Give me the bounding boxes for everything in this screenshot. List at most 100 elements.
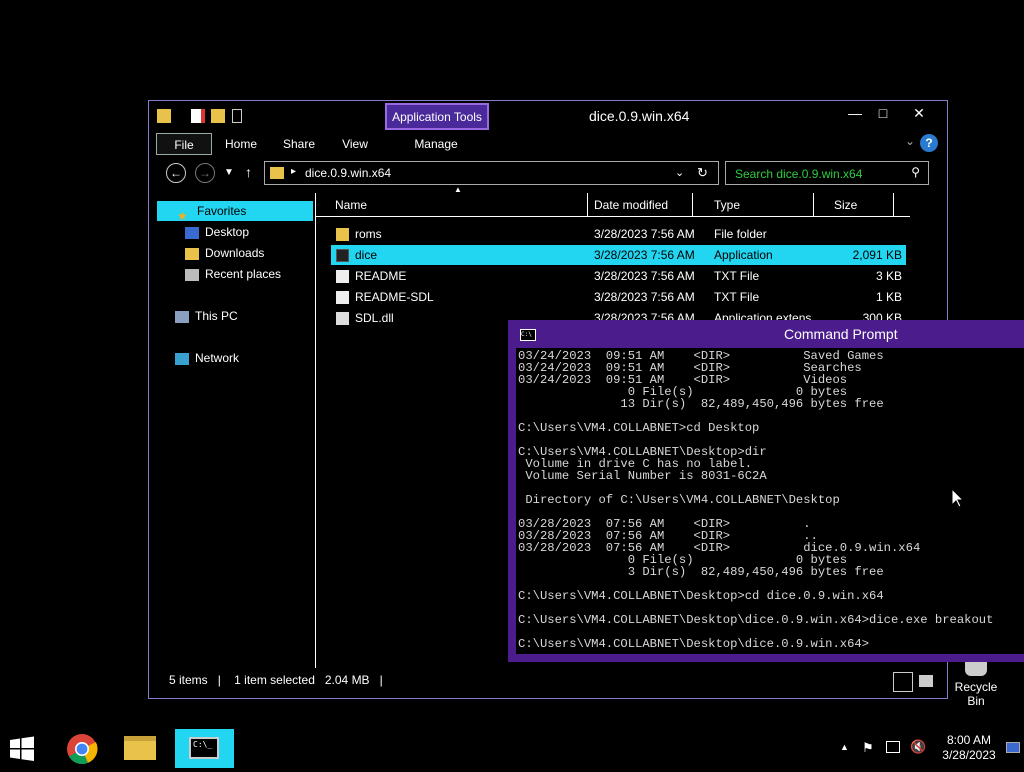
status-divider: | xyxy=(217,673,221,687)
back-button[interactable]: ← xyxy=(166,163,186,183)
address-bar[interactable]: ▸ dice.0.9.win.x64 ⌄ ↻ xyxy=(264,161,719,185)
tab-manage[interactable]: Manage xyxy=(411,133,461,155)
address-dropdown-icon[interactable]: ⌄ xyxy=(675,166,684,179)
clock-date: 3/28/2023 xyxy=(942,748,996,762)
action-center-flag-icon[interactable]: ⚑ xyxy=(862,740,874,756)
file-name: roms xyxy=(355,227,382,241)
nav-label: Network xyxy=(195,351,240,365)
command-prompt-window[interactable]: C:\ Command Prompt 03/24/2023 09:51 AM <… xyxy=(508,320,1024,662)
cmd-icon: C:\ xyxy=(520,329,536,341)
cmd-console[interactable]: 03/24/2023 09:51 AM <DIR> Saved Games 03… xyxy=(516,348,1024,654)
explorer-titlebar[interactable]: Application Tools dice.0.9.win.x64 — □ ✕ xyxy=(149,101,947,131)
folder-icon xyxy=(157,109,171,123)
volume-muted-icon[interactable]: 🔇 xyxy=(910,739,926,755)
column-type[interactable]: Type xyxy=(709,193,814,217)
search-input[interactable]: Search dice.0.9.win.x64 xyxy=(735,167,862,181)
maximize-button[interactable]: □ xyxy=(869,104,897,124)
quick-access-dropdown-icon[interactable] xyxy=(232,109,242,123)
minimize-button[interactable]: — xyxy=(841,104,869,124)
application-tools-tab[interactable]: Application Tools xyxy=(385,103,489,130)
status-bar: 5 items | 1 item selected 2.04 MB | xyxy=(169,673,393,687)
windows-logo-icon xyxy=(10,736,34,761)
application-icon xyxy=(336,249,349,262)
file-name: README xyxy=(355,269,407,283)
nav-item-recent-places[interactable]: Recent places xyxy=(185,264,281,284)
folder-icon xyxy=(270,167,284,179)
new-folder-icon[interactable] xyxy=(211,109,225,123)
chrome-icon xyxy=(67,734,98,765)
taskbar-file-explorer[interactable] xyxy=(118,729,162,768)
close-button[interactable]: ✕ xyxy=(905,104,933,124)
column-name[interactable]: Name xyxy=(330,193,588,217)
file-size: 3 KB xyxy=(875,269,902,283)
desktop-icon xyxy=(185,226,199,239)
properties-icon[interactable] xyxy=(191,109,205,123)
recycle-bin[interactable]: Recycle Bin xyxy=(945,662,1007,708)
taskbar-clock[interactable]: 8:00 AM 3/28/2023 xyxy=(938,733,1000,763)
recent-locations-icon[interactable]: ▼ xyxy=(224,167,234,178)
folder-icon xyxy=(124,736,156,760)
start-button[interactable] xyxy=(8,729,40,768)
star-icon: ★ xyxy=(177,208,188,223)
file-row-roms[interactable]: roms 3/28/2023 7:56 AM File folder xyxy=(331,224,906,244)
file-date: 3/28/2023 7:56 AM xyxy=(594,248,695,262)
file-size: 1 KB xyxy=(875,290,902,304)
file-name: dice xyxy=(355,248,378,262)
navigation-pane: ★ Favorites Desktop Downloads Recent plac… xyxy=(157,201,315,669)
tab-home[interactable]: Home xyxy=(221,133,261,155)
file-row-readme[interactable]: README 3/28/2023 7:56 AM TXT File 3 KB xyxy=(331,266,906,286)
network-tray-icon[interactable] xyxy=(886,741,900,753)
ribbon-tabs: File Home Share View Manage ⌄ ? xyxy=(149,131,947,157)
folder-icon xyxy=(336,228,349,241)
tab-view[interactable]: View xyxy=(337,133,373,155)
tab-share[interactable]: Share xyxy=(279,133,319,155)
forward-button[interactable]: → xyxy=(195,163,215,183)
navigation-bar: ← → ▼ ↑ ▸ dice.0.9.win.x64 ⌄ ↻ Search di… xyxy=(149,159,947,187)
status-divider: | xyxy=(379,673,383,687)
recycle-bin-label: Recycle Bin xyxy=(954,680,998,708)
refresh-icon[interactable]: ↻ xyxy=(697,165,708,181)
file-type: TXT File xyxy=(714,269,760,283)
recent-places-icon xyxy=(185,268,199,281)
help-icon[interactable]: ? xyxy=(920,134,938,152)
cmd-titlebar[interactable]: C:\ Command Prompt xyxy=(508,320,1024,348)
search-box[interactable]: Search dice.0.9.win.x64 ⚲ xyxy=(725,161,929,185)
nav-item-desktop[interactable]: Desktop xyxy=(185,222,249,242)
details-view-icon[interactable] xyxy=(893,672,913,692)
cmd-output: 03/24/2023 09:51 AM <DIR> Saved Games 03… xyxy=(518,349,994,651)
up-arrow-icon[interactable]: ↑ xyxy=(245,164,252,180)
taskbar-command-prompt[interactable]: C:\_ xyxy=(175,729,234,768)
file-row-readme-sdl[interactable]: README-SDL 3/28/2023 7:56 AM TXT File 1 … xyxy=(331,287,906,307)
file-date: 3/28/2023 7:56 AM xyxy=(594,227,695,241)
nav-item-downloads[interactable]: Downloads xyxy=(185,243,264,263)
taskbar: C:\_ ▲ ⚑ 🔇 8:00 AM 3/28/2023 xyxy=(0,729,1024,768)
column-headers: Name Date modified Type Size ▲ xyxy=(316,185,910,217)
nav-item-network[interactable]: Network xyxy=(175,348,239,368)
file-type: Application xyxy=(714,248,773,262)
nav-label: Desktop xyxy=(205,225,250,239)
nav-label: This PC xyxy=(195,309,238,323)
cmd-title: Command Prompt xyxy=(784,326,898,342)
show-desktop-icon[interactable] xyxy=(1006,742,1020,753)
item-count: 5 items xyxy=(169,673,208,687)
cmd-icon: C:\_ xyxy=(189,737,219,759)
tab-file[interactable]: File xyxy=(156,133,212,155)
clock-time: 8:00 AM xyxy=(946,733,992,747)
column-size[interactable]: Size xyxy=(829,193,894,217)
window-title: dice.0.9.win.x64 xyxy=(589,108,690,124)
mouse-cursor-icon xyxy=(952,489,964,508)
file-name: SDL.dll xyxy=(355,311,394,325)
column-date-modified[interactable]: Date modified xyxy=(589,193,693,217)
file-row-dice[interactable]: dice 3/28/2023 7:56 AM Application 2,091… xyxy=(331,245,906,265)
tray-overflow-icon[interactable]: ▲ xyxy=(840,742,849,752)
search-icon[interactable]: ⚲ xyxy=(911,165,920,179)
large-icons-view-icon[interactable] xyxy=(919,675,933,687)
computer-icon xyxy=(175,310,189,323)
nav-item-this-pc[interactable]: This PC xyxy=(175,306,238,326)
address-text[interactable]: dice.0.9.win.x64 xyxy=(305,166,391,180)
nav-item-favorites[interactable]: ★ Favorites xyxy=(157,201,313,223)
breadcrumb-chevron-icon[interactable]: ▸ xyxy=(291,166,296,177)
expand-ribbon-icon[interactable]: ⌄ xyxy=(905,134,915,148)
taskbar-chrome[interactable] xyxy=(60,729,104,768)
nav-label: Downloads xyxy=(205,246,265,260)
